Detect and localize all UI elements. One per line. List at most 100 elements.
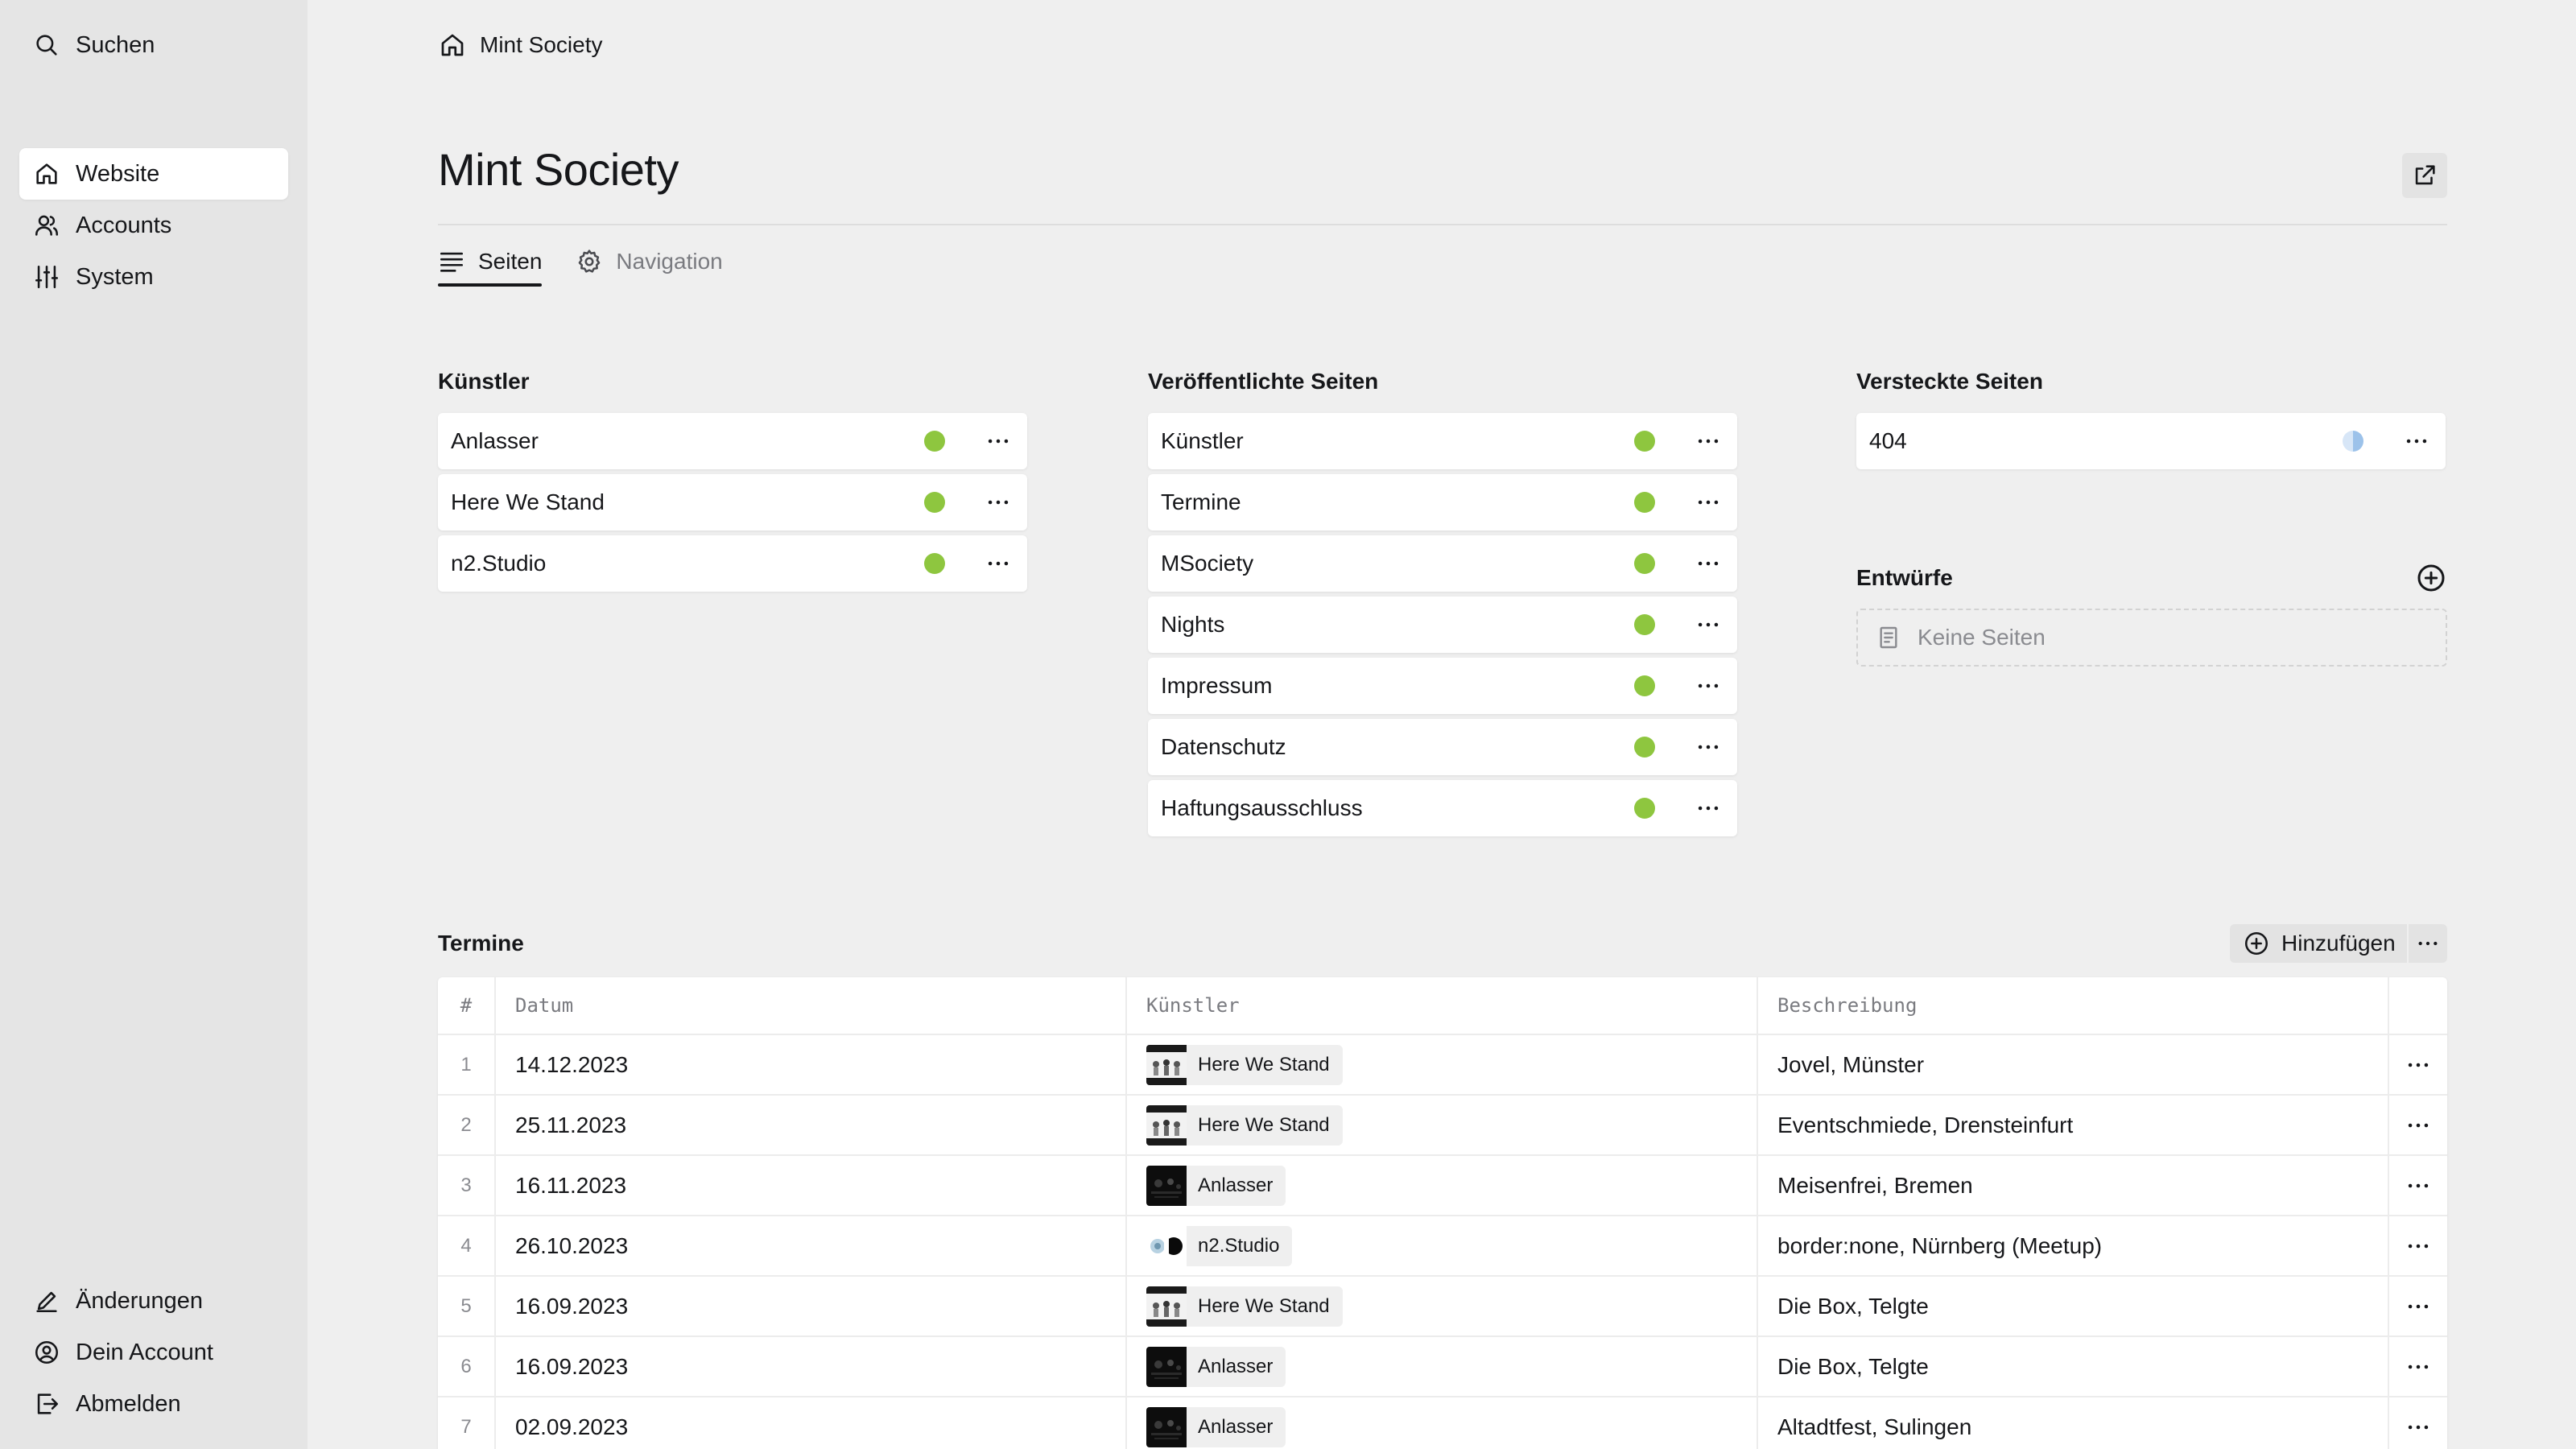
row-number: 7 [438,1397,496,1449]
page-card[interactable]: Here We Stand [438,474,1027,530]
more-icon[interactable] [980,423,1016,459]
account-button[interactable]: Dein Account [19,1327,288,1378]
tab-navigation[interactable]: Navigation [576,238,723,285]
table-row[interactable]: 1 14.12.2023 Here We Stand Jovel, Münster [438,1035,2447,1096]
tab-seiten[interactable]: Seiten [438,238,543,287]
table-row[interactable]: 5 16.09.2023 Here We Stand Die Box, Telgte [438,1277,2447,1337]
status-published-icon[interactable] [1634,492,1655,513]
row-description[interactable]: Meisenfrei, Bremen [1758,1156,2389,1215]
table-row[interactable]: 4 26.10.2023 n2.Studio border:none, Nürnber… [438,1216,2447,1277]
status-published-icon[interactable] [1634,798,1655,819]
add-entry-button[interactable]: Hinzufügen [2230,924,2407,963]
page-card-label: Haftungsausschluss [1161,795,1363,820]
artist-tag[interactable]: Here We Stand [1146,1044,1343,1085]
row-date[interactable]: 16.11.2023 [496,1156,1127,1215]
table-row[interactable]: 6 16.09.2023 Anlasser Die Box, Telgte [438,1337,2447,1397]
row-artist[interactable]: Here We Stand [1127,1035,1758,1094]
row-description[interactable]: border:none, Nürnberg (Meetup) [1758,1216,2389,1275]
row-date[interactable]: 25.11.2023 [496,1096,1127,1154]
page-card[interactable]: Datenschutz [1148,719,1737,775]
sidebar-item-accounts[interactable]: Accounts [19,200,288,251]
logout-button[interactable]: Abmelden [19,1378,288,1430]
page-card[interactable]: Impressum [1148,658,1737,714]
status-published-icon[interactable] [1634,737,1655,758]
more-icon[interactable] [1690,607,1726,642]
row-options-button[interactable] [2389,1397,2447,1449]
breadcrumb[interactable]: Mint Society [438,27,603,63]
row-artist[interactable]: Anlasser [1127,1337,1758,1396]
page-card[interactable]: n2.Studio [438,535,1027,592]
logout-label: Abmelden [76,1390,181,1417]
table-row[interactable]: 2 25.11.2023 Here We Stand Eventschmiede, D… [438,1096,2447,1156]
row-description[interactable]: Die Box, Telgte [1758,1337,2389,1396]
more-icon[interactable] [1690,546,1726,581]
row-description[interactable]: Eventschmiede, Drensteinfurt [1758,1096,2389,1154]
more-icon[interactable] [980,546,1016,581]
account-label: Dein Account [76,1339,213,1365]
more-icon[interactable] [1690,729,1726,765]
artist-tag[interactable]: Anlasser [1146,1346,1286,1387]
artist-tag[interactable]: Anlasser [1146,1165,1286,1206]
row-options-button[interactable] [2389,1096,2447,1154]
row-options-button[interactable] [2389,1277,2447,1335]
more-icon[interactable] [1690,668,1726,704]
artist-tag[interactable]: Here We Stand [1146,1104,1343,1146]
row-options-button[interactable] [2389,1337,2447,1396]
row-artist[interactable]: Anlasser [1127,1156,1758,1215]
more-icon[interactable] [980,485,1016,520]
page-card[interactable]: MSociety [1148,535,1737,592]
search-button[interactable]: Suchen [19,19,288,71]
sidebar-item-system[interactable]: System [19,251,288,303]
changes-button[interactable]: Änderungen [19,1275,288,1327]
status-published-icon[interactable] [924,431,945,452]
sidebar-item-website[interactable]: Website [19,148,288,200]
page-card[interactable]: Anlasser [438,413,1027,469]
page-icon [1876,625,1901,650]
more-icon[interactable] [1690,423,1726,459]
table-options-button[interactable] [2409,924,2447,963]
row-artist[interactable]: Here We Stand [1127,1277,1758,1335]
row-description[interactable]: Altadtfest, Sulingen [1758,1397,2389,1449]
artist-tag[interactable]: Here We Stand [1146,1286,1343,1327]
search-icon [32,31,61,60]
table-row[interactable]: 7 02.09.2023 Anlasser Altadtfest, Sulingen [438,1397,2447,1449]
more-icon[interactable] [1690,791,1726,826]
row-options-button[interactable] [2389,1216,2447,1275]
status-published-icon[interactable] [1634,431,1655,452]
row-description[interactable]: Die Box, Telgte [1758,1277,2389,1335]
page-card[interactable]: Haftungsausschluss [1148,780,1737,836]
row-options-button[interactable] [2389,1035,2447,1094]
status-published-icon[interactable] [1634,553,1655,574]
title-divider [438,224,2447,225]
page-card[interactable]: Nights [1148,597,1737,653]
page-card[interactable]: Künstler [1148,413,1737,469]
header-options [2389,977,2447,1034]
row-description[interactable]: Jovel, Münster [1758,1035,2389,1094]
row-artist[interactable]: n2.Studio [1127,1216,1758,1275]
status-unlisted-icon[interactable] [2343,431,2363,452]
status-published-icon[interactable] [924,492,945,513]
status-published-icon[interactable] [924,553,945,574]
more-icon[interactable] [2399,423,2434,459]
row-artist[interactable]: Here We Stand [1127,1096,1758,1154]
header-num: # [438,977,496,1034]
row-artist[interactable]: Anlasser [1127,1397,1758,1449]
row-date[interactable]: 16.09.2023 [496,1277,1127,1335]
artist-tag[interactable]: n2.Studio [1146,1225,1293,1266]
status-published-icon[interactable] [1634,614,1655,635]
page-card[interactable]: Termine [1148,474,1737,530]
table-row[interactable]: 3 16.11.2023 Anlasser Meisenfrei, Bremen [438,1156,2447,1216]
changes-label: Änderungen [76,1287,204,1314]
row-date[interactable]: 02.09.2023 [496,1397,1127,1449]
row-date[interactable]: 16.09.2023 [496,1337,1127,1396]
row-options-button[interactable] [2389,1156,2447,1215]
row-number: 1 [438,1035,496,1094]
add-draft-button[interactable] [2413,560,2449,596]
artist-tag[interactable]: Anlasser [1146,1406,1286,1447]
page-card[interactable]: 404 [1856,413,2446,469]
more-icon[interactable] [1690,485,1726,520]
row-date[interactable]: 14.12.2023 [496,1035,1127,1094]
open-site-button[interactable] [2402,153,2447,198]
row-date[interactable]: 26.10.2023 [496,1216,1127,1275]
status-published-icon[interactable] [1634,675,1655,696]
